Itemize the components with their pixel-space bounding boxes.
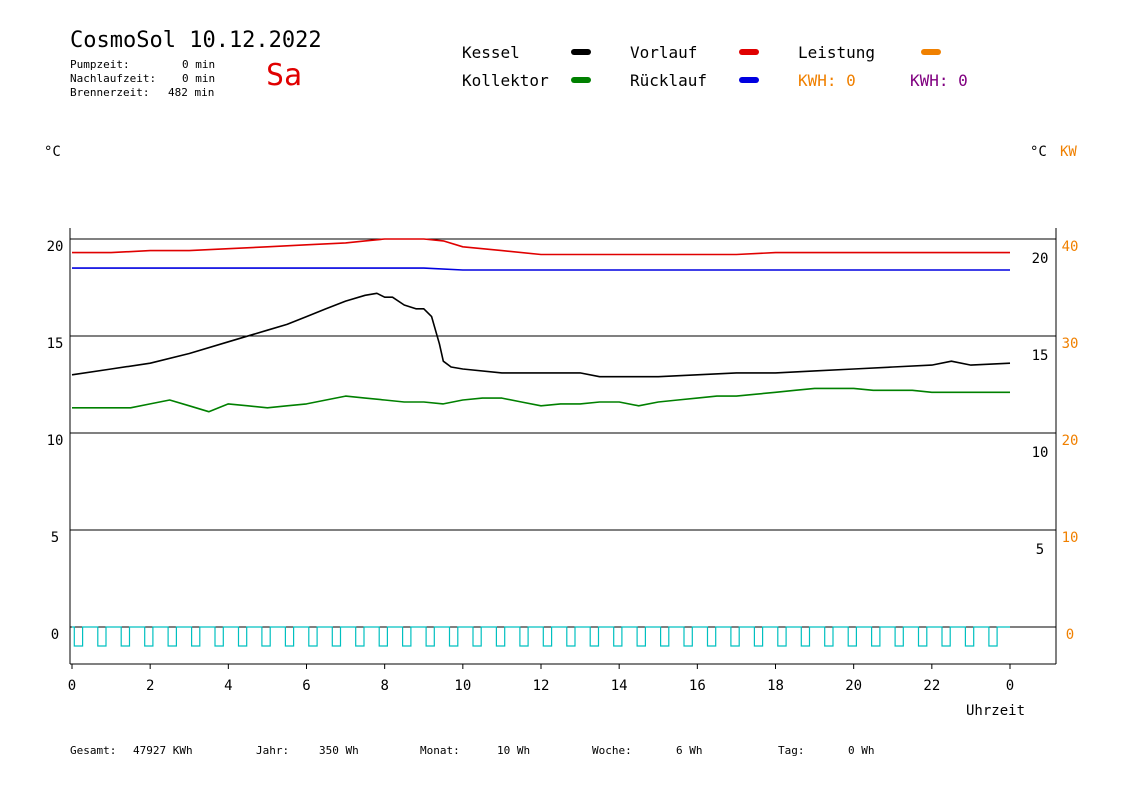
footer-monat-value: 10 Wh [497, 744, 531, 757]
x-tick-label: 2 [146, 678, 154, 694]
x-tick-label: 0 [1006, 678, 1014, 694]
y-tick-label-right-kw: 10 [1062, 530, 1079, 546]
series-line-kessel [71, 292, 1011, 378]
chart-canvas: 0 2 4 6 8 10 12 14 16 18 20 22 0 0 5 10 15 20 5 10 15 20 0 10 2… [47, 49, 1079, 719]
y-tick-label-left: 15 [47, 336, 64, 352]
chart-frame [69, 228, 1057, 665]
y-tick-label-right-c: 10 [1032, 445, 1049, 461]
footer-woche-value: 6 Wh [676, 744, 703, 757]
x-tick-label: 8 [380, 678, 388, 694]
x-tick-label: 6 [302, 678, 310, 694]
footer-woche-label: Woche: [592, 744, 632, 757]
legend-swatches [571, 49, 941, 83]
x-ticks: 0 2 4 6 8 10 12 14 16 18 20 22 0 [68, 664, 1014, 694]
pump-pulse-line [72, 626, 1010, 647]
pump-pulses [72, 626, 1010, 647]
legend-swatch-vorlauf [739, 49, 759, 55]
footer-monat-label: Monat: [420, 744, 460, 757]
x-tick-label: 0 [68, 678, 76, 694]
x-tick-label: 12 [533, 678, 550, 694]
footer-jahr-label: Jahr: [256, 744, 290, 757]
x-tick-label: 10 [454, 678, 471, 694]
legend-swatch-kessel [571, 49, 591, 55]
legend-swatch-leistung [921, 49, 941, 55]
series-lines [71, 238, 1011, 413]
legend-swatch-kollektor [571, 77, 591, 83]
footer-gesamt-value: 47927 KWh [133, 744, 193, 757]
series-line-rcklauf [72, 267, 1010, 271]
footer-jahr-value: 350 Wh [319, 744, 359, 757]
gridlines [70, 238, 1056, 628]
footer-tag-label: Tag: [778, 744, 805, 757]
y-tick-label-right-c: 5 [1036, 542, 1044, 558]
y-tick-label-right-c: 20 [1032, 251, 1049, 267]
y-tick-label-right-kw: 20 [1062, 433, 1079, 449]
series-line-kollektor [72, 387, 1010, 413]
footer-gesamt-label: Gesamt: [70, 744, 117, 757]
x-axis-label: Uhrzeit [966, 703, 1025, 719]
y-tick-label-left: 20 [47, 239, 64, 255]
y-tick-label-left: 5 [51, 530, 59, 546]
series-line-vorlauf [72, 238, 1010, 256]
y-tick-label-right-kw: 40 [1062, 239, 1079, 255]
x-tick-label: 22 [923, 678, 940, 694]
x-tick-label: 20 [845, 678, 862, 694]
x-tick-label: 16 [689, 678, 706, 694]
y-tick-label-right-c: 15 [1032, 348, 1049, 364]
x-tick-label: 4 [224, 678, 232, 694]
x-tick-label: 14 [611, 678, 628, 694]
legend-swatch-ruecklauf [739, 77, 759, 83]
footer-tag-value: 0 Wh [848, 744, 875, 757]
y-tick-label-left: 10 [47, 433, 64, 449]
y-tick-label-right-kw: 30 [1062, 336, 1079, 352]
x-tick-label: 18 [767, 678, 784, 694]
y-tick-label-left: 0 [51, 627, 59, 643]
y-tick-label-right-kw: 0 [1066, 627, 1074, 643]
y-ticks: 0 5 10 15 20 5 10 15 20 0 10 20 30 40 [47, 239, 1079, 643]
